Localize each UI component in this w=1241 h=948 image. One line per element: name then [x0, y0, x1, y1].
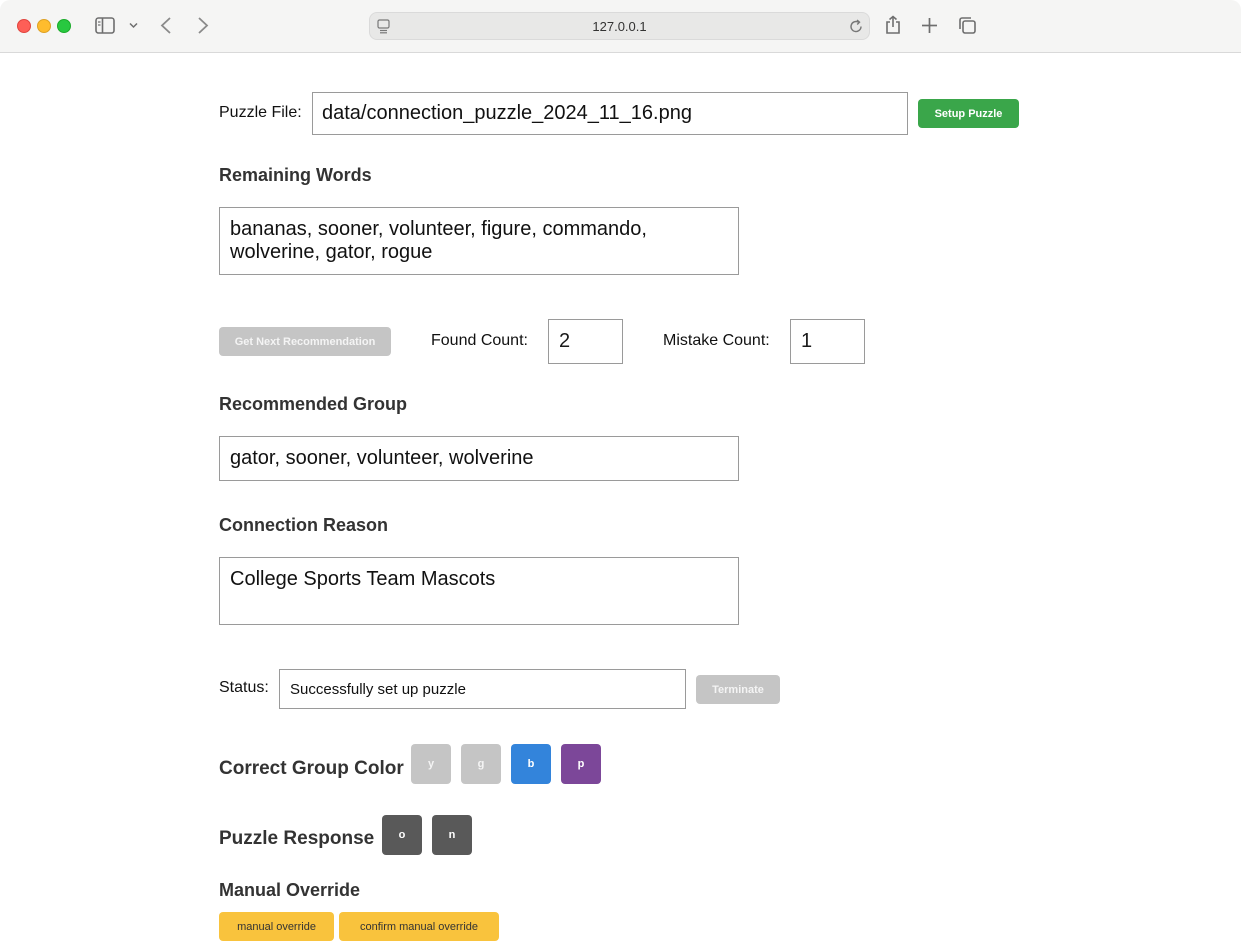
connection-reason-heading: Connection Reason: [219, 515, 389, 535]
new-tab-icon[interactable]: [921, 17, 938, 34]
setup-puzzle-button[interactable]: Setup Puzzle: [918, 99, 1019, 128]
get-next-recommendation-button[interactable]: Get Next Recommendation: [219, 327, 391, 356]
tabs-overview-icon[interactable]: [958, 16, 977, 35]
terminate-button[interactable]: Terminate: [696, 675, 780, 704]
color-yellow-button[interactable]: y: [411, 744, 451, 784]
remaining-words-textarea[interactable]: bananas, sooner, volunteer, figure, comm…: [219, 207, 739, 275]
confirm-manual-override-button[interactable]: confirm manual override: [339, 912, 499, 941]
status-input[interactable]: Successfully set up puzzle: [279, 669, 686, 709]
close-window-button[interactable]: [17, 19, 31, 33]
minimize-window-button[interactable]: [37, 19, 51, 33]
mistake-count-input[interactable]: 1: [790, 319, 865, 364]
connection-reason-textarea[interactable]: College Sports Team Mascots: [219, 557, 739, 625]
manual-override-heading: Manual Override: [219, 880, 361, 900]
share-icon[interactable]: [884, 15, 902, 35]
status-label: Status:: [219, 679, 269, 696]
recommended-group-heading: Recommended Group: [219, 394, 408, 414]
address-bar[interactable]: 127.0.0.1: [369, 12, 870, 40]
browser-toolbar: 127.0.0.1: [0, 0, 1241, 53]
color-purple-button[interactable]: p: [561, 744, 601, 784]
mistake-count-label: Mistake Count:: [663, 332, 770, 349]
response-n-button[interactable]: n: [432, 815, 472, 855]
puzzle-file-label: Puzzle File:: [219, 104, 302, 121]
zoom-window-button[interactable]: [57, 19, 71, 33]
remaining-words-heading: Remaining Words: [219, 165, 372, 185]
color-green-button[interactable]: g: [461, 744, 501, 784]
chevron-down-icon[interactable]: [129, 22, 138, 29]
puzzle-response-heading: Puzzle Response: [219, 828, 375, 849]
found-count-input[interactable]: 2: [548, 319, 623, 364]
found-count-label: Found Count:: [431, 332, 528, 349]
reload-icon[interactable]: [849, 19, 863, 34]
forward-icon[interactable]: [197, 16, 209, 35]
back-icon[interactable]: [160, 16, 172, 35]
puzzle-file-input[interactable]: data/connection_puzzle_2024_11_16.png: [312, 92, 908, 135]
manual-override-button[interactable]: manual override: [219, 912, 334, 941]
response-o-button[interactable]: o: [382, 815, 422, 855]
url-text: 127.0.0.1: [592, 19, 647, 34]
sidebar-icon[interactable]: [95, 17, 115, 34]
recommended-group-textarea[interactable]: gator, sooner, volunteer, wolverine: [219, 436, 739, 481]
color-blue-button[interactable]: b: [511, 744, 551, 784]
correct-group-color-heading: Correct Group Color: [219, 758, 404, 779]
